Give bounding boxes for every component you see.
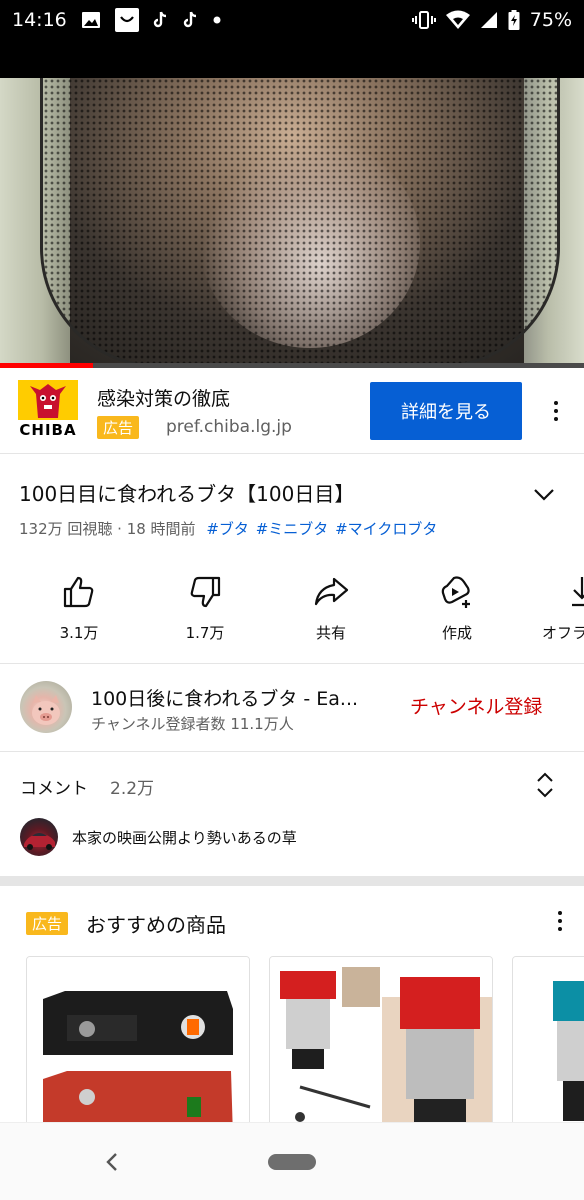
download-button[interactable]: オフラ (528, 572, 584, 643)
shopping-title: おすすめの商品 (86, 913, 226, 937)
video-meta: 132万 回視聴 · 18 時間前 #ブタ #ミニブタ #マイクロブタ (19, 518, 437, 539)
video-player[interactable] (0, 40, 584, 368)
clock: 14:16 (12, 9, 67, 31)
home-pill[interactable] (268, 1154, 316, 1170)
video-title[interactable]: 100日目に食われるブタ【100日目】 (19, 478, 354, 507)
smile-app-icon (114, 8, 139, 32)
comments-section[interactable]: コメント 2.2万 本家の映画公開より勢いあるの草 (0, 752, 584, 876)
expand-collapse-icon[interactable] (533, 770, 557, 800)
create-label: 作成 (441, 624, 472, 642)
more-options-icon[interactable] (544, 396, 568, 426)
subscribe-button[interactable]: チャンネル登録 (410, 692, 542, 719)
dislike-button[interactable]: 1.7万 (150, 572, 260, 643)
action-bar: 3.1万 1.7万 共有 作成 オフラ (0, 572, 584, 652)
like-button[interactable]: 3.1万 (24, 572, 134, 643)
advertiser-logo[interactable]: CHIBA (18, 380, 78, 440)
system-nav-bar (0, 1122, 584, 1200)
comments-count: 2.2万 (110, 779, 155, 799)
view-stats: 132万 回視聴 · 18 時間前 (19, 520, 196, 538)
tiktok-icon (153, 11, 169, 29)
create-icon (402, 572, 512, 612)
subscriber-count: チャンネル登録者数 11.1万人 (91, 715, 294, 733)
product-card[interactable] (26, 956, 250, 1122)
like-count: 3.1万 (59, 624, 99, 642)
download-icon (528, 572, 584, 612)
product-card[interactable] (512, 956, 584, 1122)
share-icon (276, 572, 386, 612)
hashtag-link[interactable]: #ブタ (206, 520, 249, 538)
cell-signal-icon (480, 11, 498, 29)
battery-icon (508, 10, 520, 30)
video-frame (0, 78, 584, 368)
ad-cta-button[interactable]: 詳細を見る (370, 382, 522, 440)
ad-url: pref.chiba.lg.jp (166, 417, 292, 437)
commenter-avatar (20, 818, 58, 856)
back-icon[interactable] (100, 1149, 124, 1175)
more-options-icon[interactable] (548, 906, 572, 936)
section-divider (0, 876, 584, 886)
ad-banner[interactable]: CHIBA 感染対策の徹底 広告 pref.chiba.lg.jp 詳細を見る (0, 368, 584, 454)
channel-name[interactable]: 100日後に食われるブタ - Ea... (91, 684, 391, 711)
battery-percent: 75% (529, 9, 572, 31)
comments-label: コメント (20, 779, 88, 799)
notification-dot-icon (213, 16, 221, 24)
product-image (513, 957, 584, 1122)
ad-badge: 広告 (97, 416, 140, 439)
ad-badge: 広告 (26, 912, 69, 935)
chevron-down-icon[interactable] (530, 480, 558, 508)
create-button[interactable]: 作成 (402, 572, 512, 643)
gallery-icon (81, 11, 101, 29)
tiktok-icon (183, 11, 199, 29)
product-card[interactable] (269, 956, 493, 1122)
product-image (270, 957, 492, 1122)
dislike-count: 1.7万 (185, 624, 225, 642)
channel-avatar[interactable] (20, 681, 72, 733)
ad-title[interactable]: 感染対策の徹底 (97, 384, 230, 411)
wifi-icon (445, 10, 470, 30)
logo-text: CHIBA (18, 420, 78, 440)
channel-row[interactable]: 100日後に食われるブタ - Ea... チャンネル登録者数 11.1万人 チャ… (0, 664, 584, 752)
vibrate-icon (411, 10, 436, 30)
share-label: 共有 (315, 624, 346, 642)
thumbs-up-icon (24, 572, 134, 612)
hashtag-link[interactable]: #マイクロブタ (335, 520, 437, 538)
status-bar: 14:16 75% (0, 0, 584, 40)
hashtag-link[interactable]: #ミニブタ (256, 520, 329, 538)
video-content (40, 78, 560, 368)
share-button[interactable]: 共有 (276, 572, 386, 643)
thumbs-down-icon (150, 572, 260, 612)
video-details: 100日目に食われるブタ【100日目】 132万 回視聴 · 18 時間前 #ブ… (0, 454, 584, 664)
top-comment-text: 本家の映画公開より勢いあるの草 (72, 829, 297, 847)
product-image (27, 957, 249, 1122)
download-label: オフラ (542, 624, 584, 642)
shopping-section: 広告 おすすめの商品 (0, 886, 584, 1122)
